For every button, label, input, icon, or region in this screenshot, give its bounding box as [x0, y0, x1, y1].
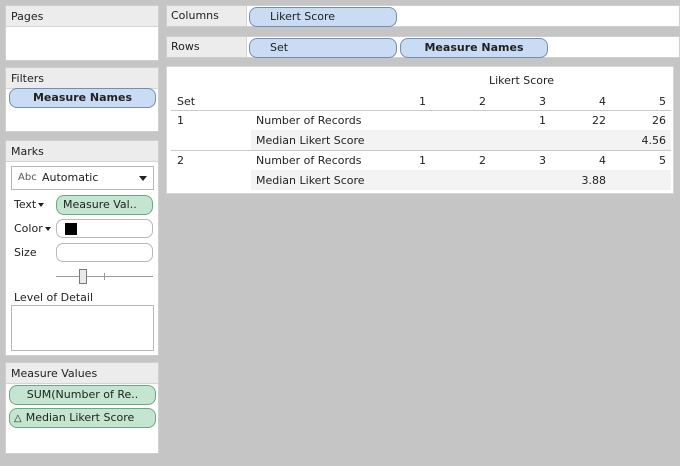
- size-slider-thumb[interactable]: [79, 269, 87, 284]
- text-shelf-label[interactable]: Text: [14, 198, 45, 211]
- columns-pill-likert-score[interactable]: Likert Score: [249, 7, 397, 27]
- marks-title: Marks: [6, 141, 158, 162]
- mark-type-value: Automatic: [42, 171, 99, 184]
- size-shelf-label[interactable]: Size: [14, 246, 37, 259]
- pages-title: Pages: [6, 6, 158, 27]
- column-header-1: 1: [419, 95, 426, 108]
- triangle-icon: △: [14, 413, 22, 424]
- measure-values-card: Measure Values SUM(Number of Re.. △ Media…: [5, 362, 159, 454]
- table-cell-value: 1: [419, 154, 426, 167]
- column-group-header: Likert Score: [489, 74, 555, 87]
- table-cell-measure: Median Likert Score: [256, 134, 365, 147]
- pages-card: Pages: [5, 5, 159, 61]
- table-cell-value: 3: [539, 154, 546, 167]
- color-shelf-label[interactable]: Color: [14, 222, 51, 235]
- column-header-3: 3: [539, 95, 546, 108]
- chevron-down-icon: [139, 176, 147, 181]
- table-cell-value: 22: [592, 114, 606, 127]
- measure-pill-median-likert[interactable]: △ Median Likert Score: [9, 408, 156, 428]
- color-swatch: [65, 223, 77, 235]
- filters-card: Filters Measure Names: [5, 67, 159, 132]
- row-divider: [171, 110, 671, 111]
- table-cell-value: 3.88: [581, 174, 607, 187]
- table-cell-measure: Number of Records: [256, 114, 362, 127]
- size-slider[interactable]: [56, 269, 153, 285]
- column-header-5: 5: [659, 95, 666, 108]
- mark-type-icon: Abc: [18, 172, 37, 183]
- size-field[interactable]: [56, 243, 153, 262]
- columns-shelf-label: Columns: [167, 6, 247, 26]
- table-cell-value: 1: [539, 114, 546, 127]
- marks-card: Marks Abc Automatic Text Measure Val.. C…: [5, 140, 159, 356]
- rows-pill-measure-names[interactable]: Measure Names: [400, 38, 548, 58]
- row-divider: [171, 150, 671, 151]
- rows-shelf-label: Rows: [167, 37, 247, 57]
- table-cell-value: 4.56: [641, 134, 667, 147]
- table-cell-measure: Median Likert Score: [256, 174, 365, 187]
- row-header-set: Set: [177, 95, 196, 108]
- crosstab-view: Likert Score Set 1 2 3 4 5 1 Number of R…: [166, 66, 674, 194]
- mark-type-dropdown[interactable]: Abc Automatic: [11, 166, 154, 190]
- rows-pill-set[interactable]: Set: [249, 38, 397, 58]
- filter-pill-measure-names[interactable]: Measure Names: [9, 88, 156, 108]
- filters-title: Filters: [6, 68, 158, 89]
- table-cell-value: 5: [659, 154, 666, 167]
- measure-values-title: Measure Values: [6, 363, 158, 384]
- rows-shelf[interactable]: Rows Set Measure Names: [166, 36, 680, 58]
- table-cell-value: 4: [599, 154, 606, 167]
- table-cell-set: 1: [177, 114, 184, 127]
- caret-down-icon: [38, 203, 45, 207]
- measure-pill-sum-records[interactable]: SUM(Number of Re..: [9, 385, 156, 405]
- column-header-4: 4: [599, 95, 606, 108]
- color-field[interactable]: [56, 219, 153, 238]
- level-of-detail-label: Level of Detail: [14, 291, 94, 304]
- text-pill-measure-values[interactable]: Measure Val..: [56, 195, 153, 215]
- size-slider-tick: [104, 273, 105, 280]
- table-cell-measure: Number of Records: [256, 154, 362, 167]
- table-cell-value: 26: [652, 114, 666, 127]
- level-of-detail-shelf[interactable]: [11, 305, 154, 351]
- columns-shelf[interactable]: Columns Likert Score: [166, 5, 680, 27]
- table-cell-set: 2: [177, 154, 184, 167]
- table-cell-value: 2: [479, 154, 486, 167]
- column-header-2: 2: [479, 95, 486, 108]
- caret-down-icon: [44, 227, 51, 231]
